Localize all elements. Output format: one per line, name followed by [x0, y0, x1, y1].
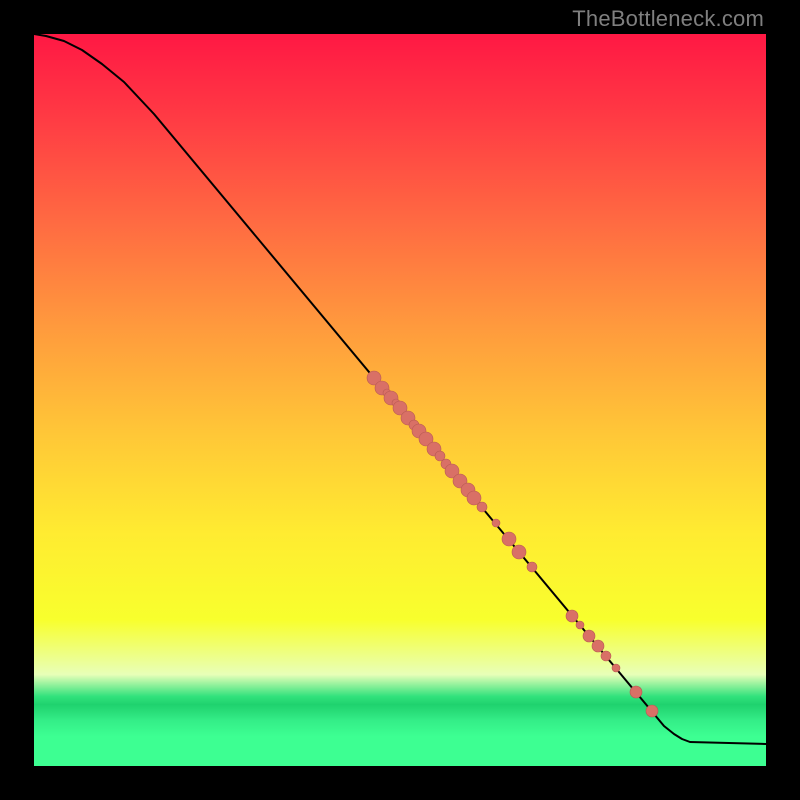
data-point [630, 686, 642, 698]
data-point [512, 545, 526, 559]
data-point [646, 705, 658, 717]
data-point [477, 502, 487, 512]
chart-background [34, 34, 766, 766]
watermark-text: TheBottleneck.com [572, 6, 764, 32]
plot-area [34, 34, 766, 766]
data-point [592, 640, 604, 652]
data-point [583, 630, 595, 642]
chart-svg [34, 34, 766, 766]
data-point [601, 651, 611, 661]
data-point [566, 610, 578, 622]
data-point [492, 519, 500, 527]
chart-stage: TheBottleneck.com [0, 0, 800, 800]
data-point [502, 532, 516, 546]
data-point [612, 664, 620, 672]
data-point [576, 621, 584, 629]
data-point [527, 562, 537, 572]
